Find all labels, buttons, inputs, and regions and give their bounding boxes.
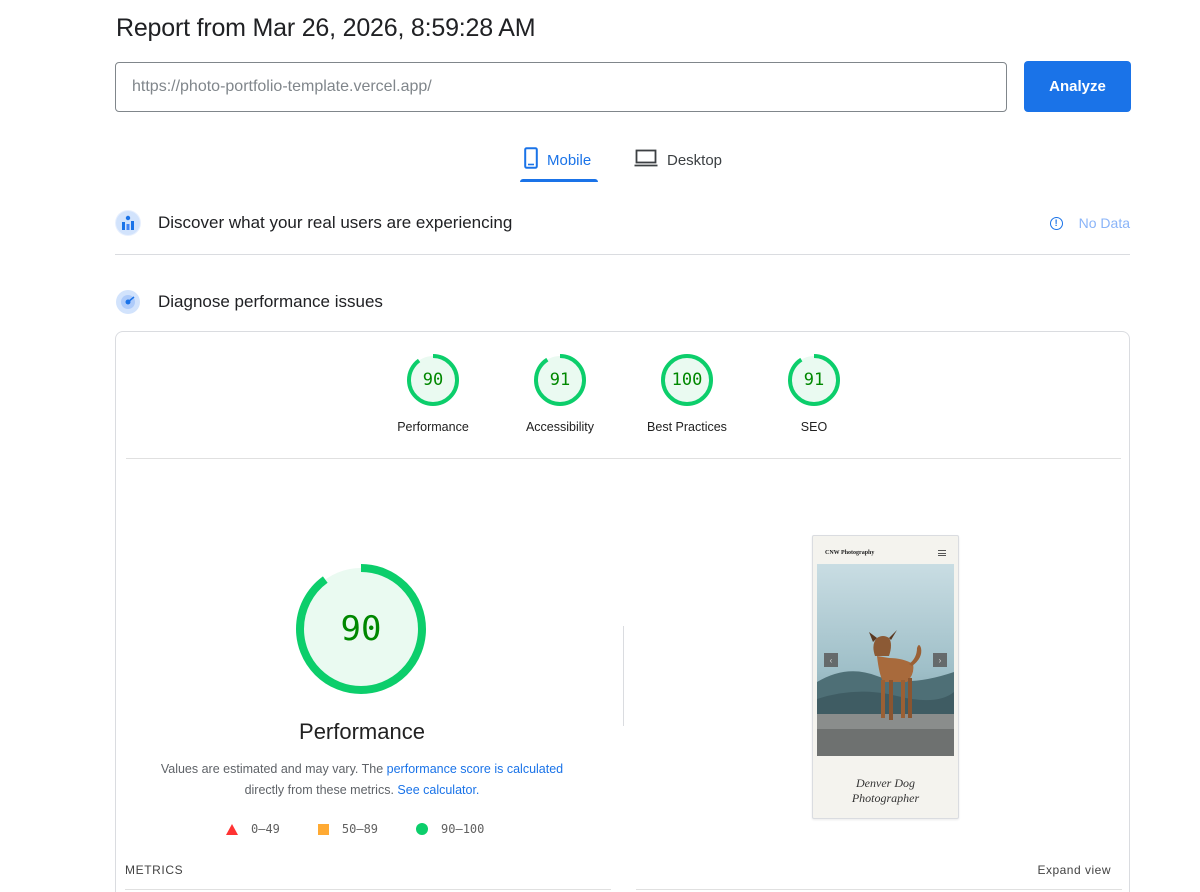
metrics-label: METRICS xyxy=(125,863,184,877)
see-calculator-link[interactable]: See calculator. xyxy=(397,783,479,797)
discover-heading: Discover what your real users are experi… xyxy=(158,213,513,232)
score-calculated-link[interactable]: performance score is calculated xyxy=(387,762,563,776)
legend-fail: 0–49 xyxy=(226,822,280,836)
performance-description: Values are estimated and may vary. The p… xyxy=(156,759,568,801)
tab-underline xyxy=(520,179,598,182)
gauge-score-value: 100 xyxy=(672,370,703,390)
tab-mobile[interactable]: Mobile xyxy=(520,140,598,182)
gauge-accessibility-label: Accessibility xyxy=(525,420,595,434)
score-legend: 0–49 50–89 90–100 xyxy=(226,822,484,836)
screenshot-header: CNW Photography xyxy=(817,540,954,566)
url-input[interactable] xyxy=(115,62,1007,112)
legend-average-range: 50–89 xyxy=(341,822,379,836)
gauge-score-value: 91 xyxy=(804,370,824,390)
performance-score-gauge: 90 xyxy=(296,564,426,694)
triangle-icon xyxy=(226,823,238,835)
caption-line-2: Photographer xyxy=(851,791,920,805)
report-title: Report from Mar 26, 2026, 8:59:28 AM xyxy=(116,14,536,42)
metrics-divider-right xyxy=(636,889,1122,890)
laptop-icon xyxy=(634,149,658,172)
square-icon xyxy=(317,823,329,835)
legend-fail-range: 0–49 xyxy=(251,822,280,836)
gauge-performance[interactable]: 90 Performance xyxy=(378,354,488,434)
gauge-best-practices-ring: 100 xyxy=(661,354,713,406)
screenshot-site-name: CNW Photography xyxy=(825,550,875,556)
gauge-performance-label: Performance xyxy=(397,420,469,434)
no-data-status: ! No Data xyxy=(1049,215,1130,231)
section-divider xyxy=(115,254,1130,255)
report-card: 90 Performance 91 Accessibility 100 Best… xyxy=(115,331,1130,892)
gauge-seo-ring: 91 xyxy=(788,354,840,406)
gauge-seo[interactable]: 91 SEO xyxy=(759,354,869,434)
gauge-score-value: 91 xyxy=(550,370,570,390)
screenshot-photo: ‹ › xyxy=(817,564,954,756)
gauge-score-value: 90 xyxy=(341,609,382,649)
page-screenshot[interactable]: CNW Photography ‹ › Denver Dog Photograp… xyxy=(812,535,959,819)
vertical-divider xyxy=(623,626,624,726)
analyze-button[interactable]: Analyze xyxy=(1024,61,1131,112)
field-data-icon xyxy=(115,210,141,236)
desc-text-1: Values are estimated and may vary. The xyxy=(160,762,387,776)
carousel-prev-icon: ‹ xyxy=(824,653,838,667)
score-gauges: 90 Performance 91 Accessibility 100 Best… xyxy=(116,354,1129,454)
no-data-label: No Data xyxy=(1078,215,1130,231)
caption-line-1: Denver Dog xyxy=(856,776,915,790)
device-tabs: Mobile Desktop xyxy=(520,140,722,184)
gauge-accessibility-ring: 91 xyxy=(534,354,586,406)
diagnose-section: Diagnose performance issues xyxy=(115,286,1130,318)
gauge-seo-label: SEO xyxy=(800,420,828,434)
gauge-best-practices-label: Best Practices xyxy=(647,420,727,434)
gauge-score-value: 90 xyxy=(423,370,443,390)
tab-mobile-label: Mobile xyxy=(547,151,592,169)
card-divider xyxy=(126,458,1121,459)
carousel-next-icon: › xyxy=(933,653,947,667)
legend-pass: 90–100 xyxy=(416,822,484,836)
legend-average: 50–89 xyxy=(317,822,379,836)
performance-title: Performance xyxy=(299,719,425,744)
gauge-accessibility[interactable]: 91 Accessibility xyxy=(505,354,615,434)
screenshot-caption: Denver Dog Photographer xyxy=(817,776,954,806)
lab-data-icon xyxy=(115,289,141,315)
info-icon: ! xyxy=(1049,216,1063,230)
tab-desktop[interactable]: Desktop xyxy=(634,140,722,180)
diagnose-heading: Diagnose performance issues xyxy=(158,292,383,311)
circle-icon xyxy=(416,823,429,835)
legend-pass-range: 90–100 xyxy=(441,822,485,836)
hamburger-menu-icon xyxy=(938,550,946,556)
metrics-divider-left xyxy=(125,889,611,890)
desc-text-2: directly from these metrics. xyxy=(244,783,398,797)
expand-view-button[interactable]: Expand view xyxy=(1037,863,1111,877)
discover-section: Discover what your real users are experi… xyxy=(115,207,1130,239)
tab-desktop-label: Desktop xyxy=(667,151,723,169)
phone-icon xyxy=(524,146,538,174)
gauge-performance-ring: 90 xyxy=(407,354,459,406)
gauge-best-practices[interactable]: 100 Best Practices xyxy=(632,354,742,434)
